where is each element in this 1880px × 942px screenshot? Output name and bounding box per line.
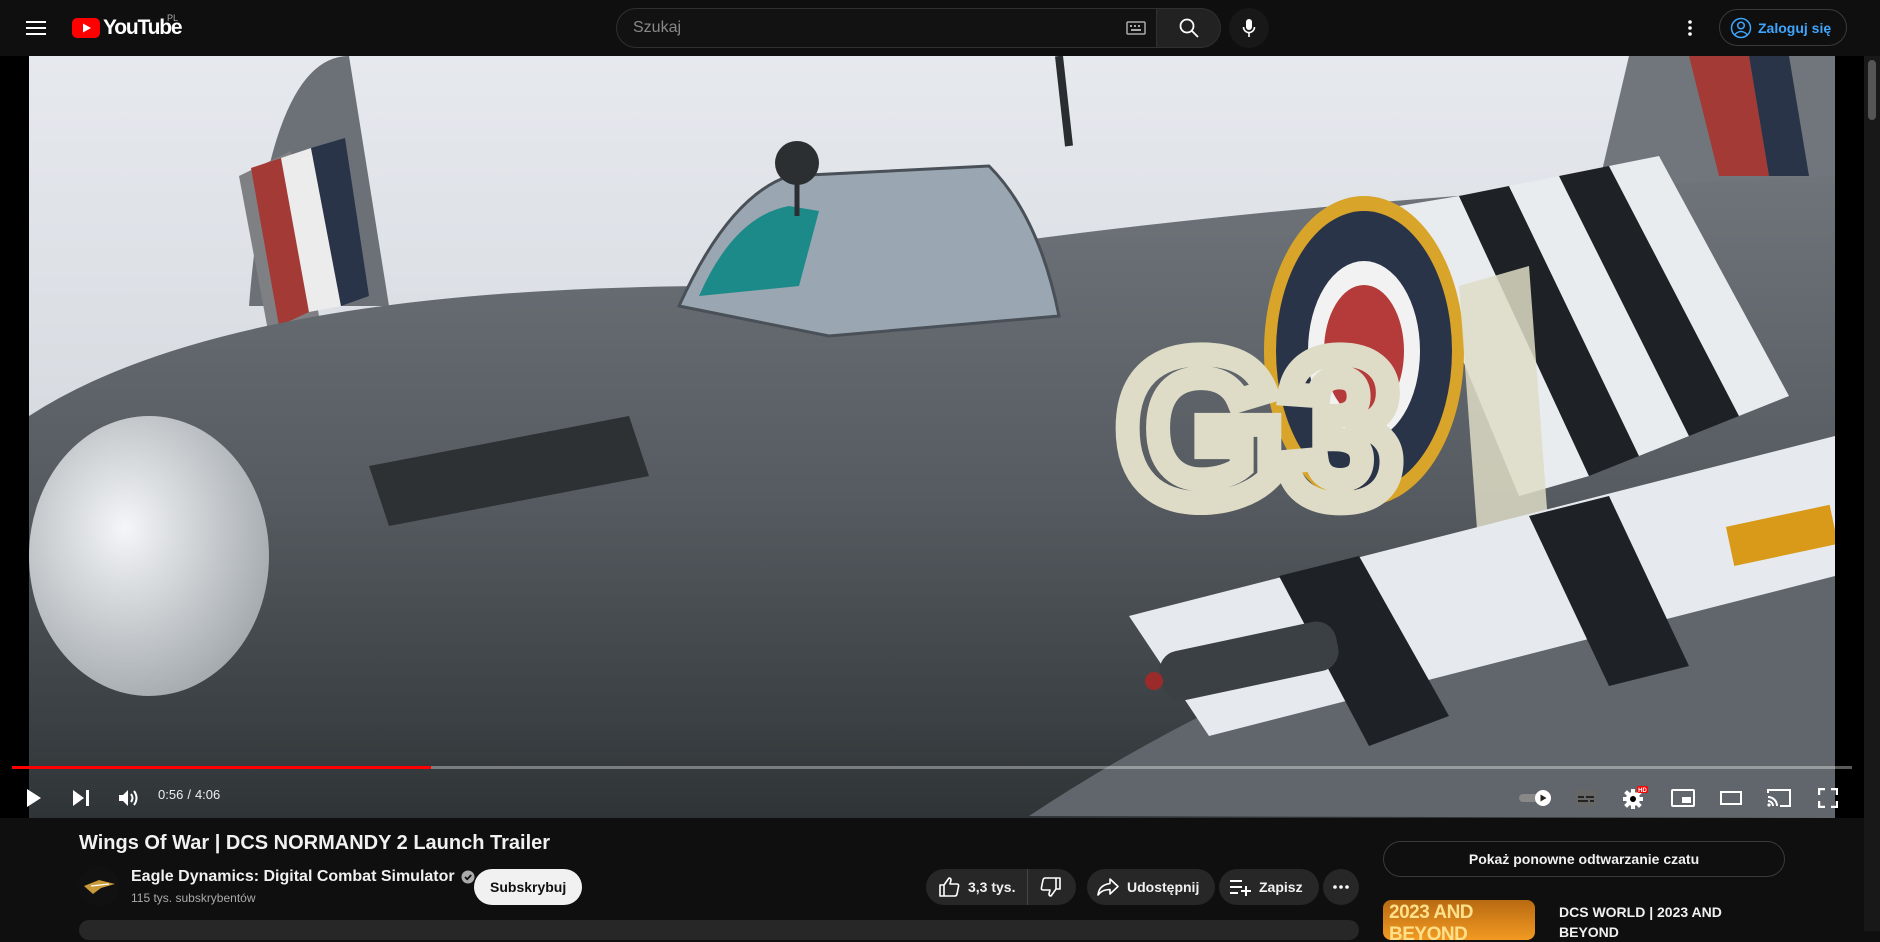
description-box[interactable] <box>79 920 1359 940</box>
channel-avatar[interactable] <box>79 866 119 906</box>
more-vert-icon <box>1688 20 1692 36</box>
dislike-button[interactable] <box>1028 869 1074 905</box>
like-button[interactable]: 3,3 tys. <box>926 869 1029 905</box>
volume-icon <box>119 790 138 806</box>
channel-name-label: Eagle Dynamics: Digital Combat Simulator <box>131 868 455 885</box>
keyboard-icon[interactable] <box>1126 21 1146 35</box>
recommendation-thumbnail[interactable]: 2023 AND BEYOND <box>1383 900 1535 940</box>
fullscreen-icon <box>1818 788 1838 808</box>
share-label: Udostępnij <box>1127 879 1200 895</box>
menu-button[interactable] <box>20 12 52 44</box>
save-button[interactable]: Zapisz <box>1219 869 1319 905</box>
like-dislike-group: 3,3 tys. <box>926 869 1076 905</box>
verified-icon <box>461 870 475 884</box>
account-icon <box>1730 17 1752 38</box>
save-label: Zapisz <box>1259 879 1303 895</box>
eagle-logo-icon <box>79 866 119 906</box>
progress-fill <box>12 766 431 769</box>
playlist-add-icon <box>1230 880 1251 896</box>
thumbs-up-icon <box>939 877 960 897</box>
masthead: YouTube PL Zaloguj się <box>0 0 1880 56</box>
search-icon <box>1179 18 1199 38</box>
subtitles-icon <box>1575 790 1597 806</box>
subtitles-button[interactable] <box>1566 776 1606 818</box>
recommendation-title[interactable]: DCS WORLD | 2023 AND BEYOND <box>1559 902 1779 942</box>
video-player[interactable]: G3 0:56/4:06 HD <box>0 56 1864 818</box>
play-icon <box>27 789 41 807</box>
search-button[interactable] <box>1157 8 1221 48</box>
region-code: PL <box>167 13 179 23</box>
hamburger-icon <box>26 21 46 35</box>
voice-search-button[interactable] <box>1229 8 1269 48</box>
microphone-icon <box>1242 19 1256 37</box>
settings-menu-button[interactable] <box>1674 12 1706 44</box>
duration: 4:06 <box>194 787 221 802</box>
channel-name[interactable]: Eagle Dynamics: Digital Combat Simulator <box>131 868 475 886</box>
skip-next-icon <box>73 790 89 806</box>
search-input[interactable] <box>633 19 1113 37</box>
gear-icon: HD <box>1623 786 1648 809</box>
theater-icon <box>1720 791 1742 805</box>
aircraft-code-text: G3 <box>1119 311 1399 546</box>
settings-button[interactable]: HD <box>1615 776 1655 818</box>
more-horiz-icon <box>1333 885 1349 889</box>
hd-badge: HD <box>1638 788 1647 794</box>
scroll-thumb[interactable] <box>1868 60 1876 120</box>
share-button[interactable]: Udostępnij <box>1087 869 1216 905</box>
signin-button[interactable]: Zaloguj się <box>1719 9 1848 46</box>
mute-button[interactable] <box>111 776 147 818</box>
current-time: 0:56 <box>158 787 184 802</box>
search-box <box>616 8 1157 48</box>
miniplayer-icon <box>1671 789 1695 807</box>
thumbnail-text: 2023 AND BEYOND <box>1389 902 1474 940</box>
thumbs-down-icon <box>1041 877 1062 897</box>
time-separator: / <box>187 787 191 802</box>
video-title: Wings Of War | DCS NORMANDY 2 Launch Tra… <box>79 832 551 854</box>
autoplay-toggle[interactable] <box>1516 776 1556 818</box>
signin-label: Zaloguj się <box>1758 19 1832 36</box>
autoplay-toggle-icon <box>1519 790 1551 806</box>
time-display: 0:56/4:06 <box>158 787 220 802</box>
subscribe-button[interactable]: Subskrybuj <box>474 869 583 905</box>
cast-icon <box>1767 789 1791 807</box>
like-count: 3,3 tys. <box>968 879 1016 895</box>
more-actions-button[interactable] <box>1323 869 1359 905</box>
theater-mode-button[interactable] <box>1711 776 1751 818</box>
page-scrollbar[interactable] <box>1864 56 1880 931</box>
cast-button[interactable] <box>1759 776 1799 818</box>
share-icon <box>1097 878 1119 896</box>
video-frame[interactable]: G3 <box>29 56 1835 818</box>
spitfire-video-image: G3 <box>29 56 1835 818</box>
show-chat-replay-button[interactable]: Pokaż ponowne odtwarzanie czatu <box>1383 841 1785 877</box>
play-button[interactable] <box>16 776 52 818</box>
fullscreen-button[interactable] <box>1808 776 1848 818</box>
youtube-play-icon <box>72 18 100 38</box>
next-button[interactable] <box>63 776 99 818</box>
progress-bar[interactable] <box>12 766 1852 769</box>
youtube-logo[interactable]: YouTube PL <box>72 13 183 40</box>
subscriber-count: 115 tys. subskrybentów <box>131 891 256 905</box>
miniplayer-button[interactable] <box>1663 776 1703 818</box>
